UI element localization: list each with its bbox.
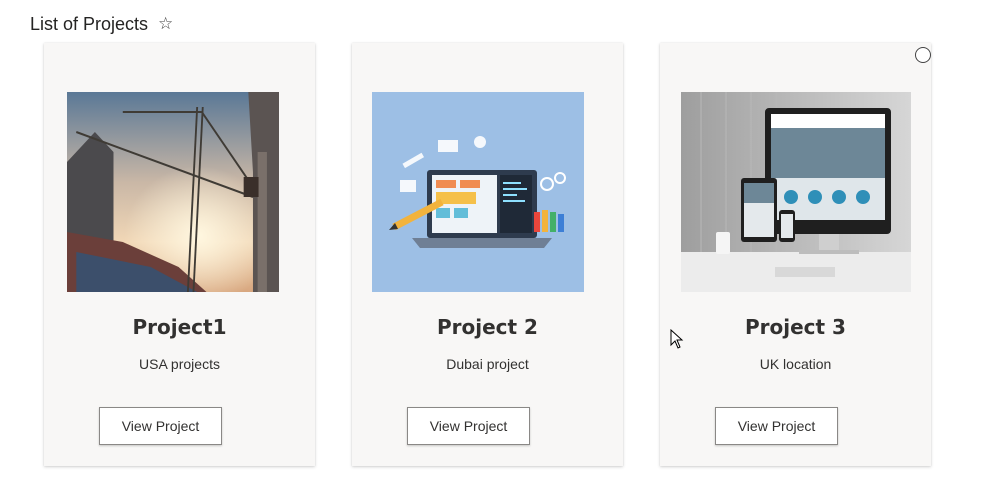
project-description: Dubai project [446, 356, 529, 372]
project-title: Project1 [132, 315, 227, 339]
project-card: Project 3 UK location View Project [660, 43, 931, 466]
project-description: USA projects [139, 356, 220, 372]
page-header: List of Projects ☆ [30, 12, 173, 36]
project-description: UK location [759, 356, 832, 372]
mouse-pointer-icon [670, 329, 684, 349]
view-project-button[interactable]: View Project [407, 407, 530, 445]
view-project-button[interactable]: View Project [99, 407, 222, 445]
page-title: List of Projects [30, 13, 149, 34]
project-title: Project 3 [745, 315, 846, 339]
project-card: Project1 USA projects View Project [44, 43, 315, 466]
construction-crane-image [67, 92, 279, 292]
star-icon[interactable]: ☆ [158, 14, 173, 34]
web-development-image [372, 92, 584, 292]
project-card: Project 2 Dubai project View Project [352, 43, 623, 466]
view-project-button[interactable]: View Project [715, 407, 838, 445]
responsive-devices-image [681, 92, 911, 292]
select-card-radio[interactable] [915, 47, 931, 63]
project-title: Project 2 [437, 315, 538, 339]
